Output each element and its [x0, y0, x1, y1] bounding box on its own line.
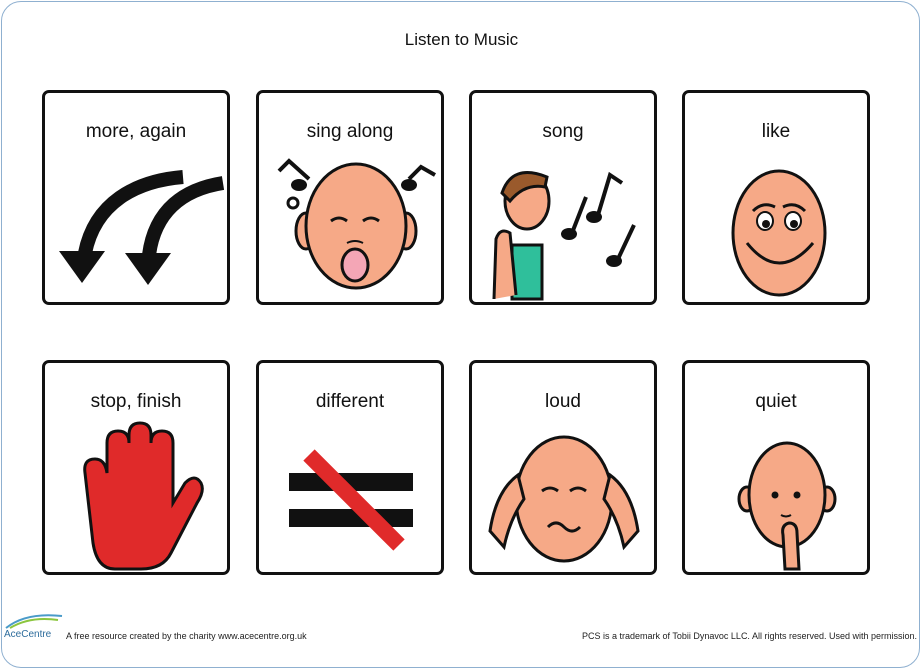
logo-text: AceCentre — [4, 629, 52, 640]
footer-credit: A free resource created by the charity w… — [66, 631, 307, 641]
card-song[interactable]: song — [469, 90, 657, 305]
footer-trademark: PCS is a trademark of Tobii Dynavoc LLC.… — [582, 631, 917, 641]
card-more-again[interactable]: more, again — [42, 90, 230, 305]
card-sing-along[interactable]: sing along — [256, 90, 444, 305]
smiling-face-icon — [731, 169, 827, 297]
not-equal-icon — [289, 449, 413, 551]
singing-face-icon — [277, 158, 436, 290]
page-title: Listen to Music — [404, 30, 519, 49]
acecentre-logo: AceCentre — [4, 612, 64, 642]
card-like[interactable]: like — [682, 90, 870, 305]
card-stop-finish[interactable]: stop, finish — [42, 360, 230, 575]
card-quiet[interactable]: quiet — [682, 360, 870, 575]
logo-swoosh-icon — [5, 614, 63, 629]
curved-arrows-icon — [59, 170, 225, 285]
boy-listening-icon — [492, 171, 636, 301]
red-hand-icon — [83, 421, 204, 571]
covering-ears-icon — [488, 435, 640, 563]
card-loud[interactable]: loud — [469, 360, 657, 575]
shush-face-icon — [737, 441, 837, 571]
card-different[interactable]: different — [256, 360, 444, 575]
